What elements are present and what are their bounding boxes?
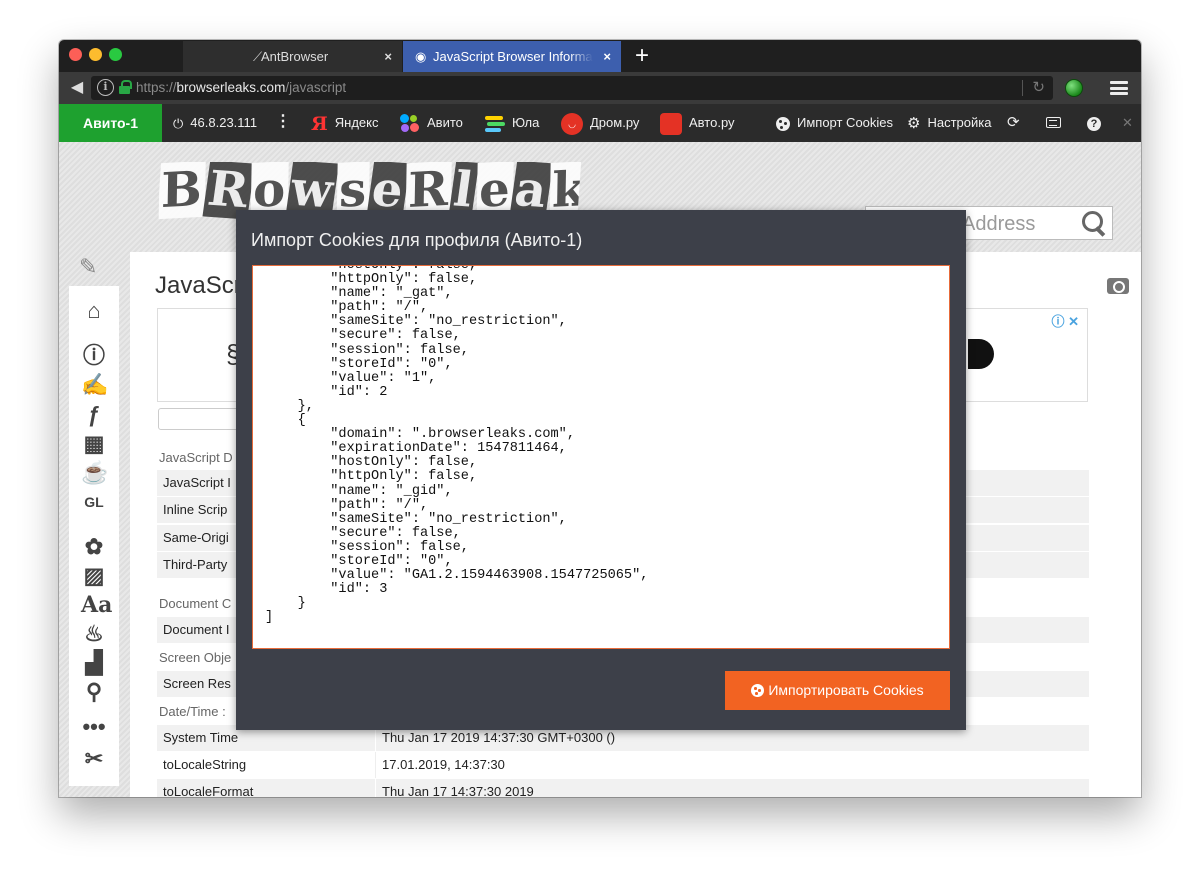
code-line: "storeId": "0",: [265, 553, 453, 569]
code-line: {: [265, 413, 306, 429]
code-line: "session": false,: [265, 342, 469, 358]
code-line: "sameSite": "no_restriction",: [265, 511, 567, 527]
code-line: "secure": false,: [265, 525, 461, 541]
code-line: "httpOnly": false,: [265, 272, 478, 288]
code-line: "expirationDate": 1547811464,: [265, 441, 567, 457]
code-line: "hostOnly": false,: [265, 455, 478, 471]
code-line: "name": "_gid",: [265, 483, 453, 499]
code-line: "storeId": "0",: [265, 356, 453, 372]
import-cookies-dialog: Импорт Cookies для профиля (Авито-1) "ho…: [236, 210, 966, 730]
dialog-title: Импорт Cookies для профиля (Авито-1): [251, 230, 583, 250]
code-line: "id": 2: [265, 384, 388, 400]
code-line: }: [265, 596, 306, 612]
code-line: "httpOnly": false,: [265, 469, 478, 485]
code-line: "domain": ".browserleaks.com",: [265, 427, 575, 443]
cookies-textarea[interactable]: "hostOnly": false, "httpOnly": false, "n…: [252, 265, 950, 649]
code-line: },: [265, 398, 314, 414]
code-line: "sameSite": "no_restriction",: [265, 314, 567, 330]
code-line: "name": "_gat",: [265, 286, 453, 302]
code-line: ]: [265, 610, 274, 626]
code-line: "id": 3: [265, 582, 388, 598]
code-line: "value": "1",: [265, 370, 437, 386]
code-line: "secure": false,: [265, 328, 461, 344]
import-button-label: Импортировать Cookies: [768, 682, 924, 698]
code-line: "path": "/",: [265, 497, 429, 513]
code-line: "session": false,: [265, 539, 469, 555]
code-line: "path": "/",: [265, 300, 429, 316]
import-cookies-submit-button[interactable]: Импортировать Cookies: [725, 671, 950, 710]
cookie-icon: [751, 684, 765, 697]
code-line: "value": "GA1.2.1594463908.1547725065",: [265, 568, 649, 584]
